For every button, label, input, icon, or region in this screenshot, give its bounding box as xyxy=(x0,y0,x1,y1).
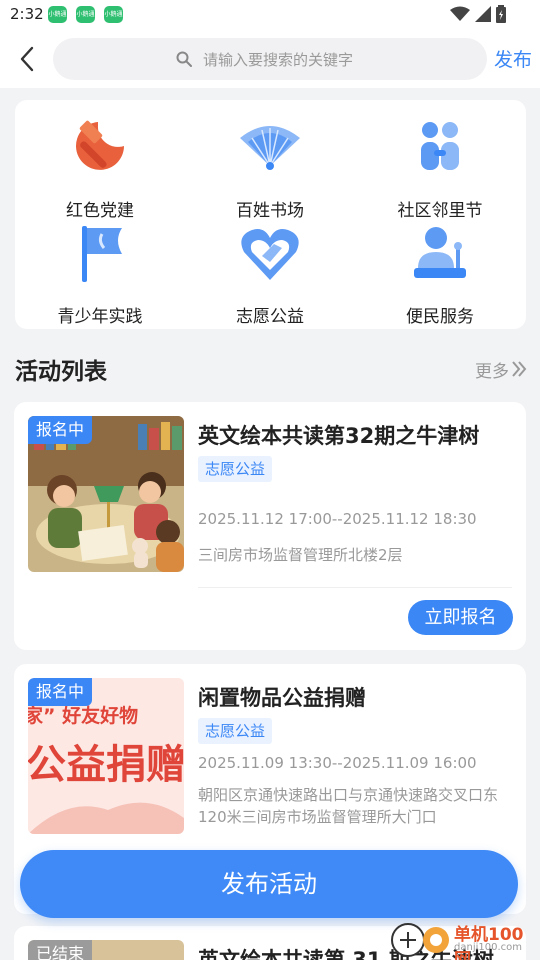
battery-icon xyxy=(496,5,506,23)
activity-category-tag: 志愿公益 xyxy=(198,718,273,744)
category-label: 志愿公益 xyxy=(236,307,304,327)
more-link[interactable]: 更多 xyxy=(475,357,509,382)
signal-icon xyxy=(475,6,491,22)
status-badge: 报名中 xyxy=(28,416,93,444)
app-notification-icon: 小鹅通 xyxy=(104,6,123,23)
status-badge: 已结束 xyxy=(28,940,93,960)
publish-activity-button[interactable]: 发布活动 xyxy=(20,850,518,918)
category-label: 红色党建 xyxy=(66,201,134,221)
poster-text-top: 家” 好友好物 xyxy=(28,704,138,727)
category-label: 社区邻里节 xyxy=(397,201,483,221)
publish-link[interactable]: 发布 xyxy=(494,45,532,72)
category-youth-practice[interactable]: 青少年实践 xyxy=(15,222,185,327)
category-label: 便民服务 xyxy=(406,307,474,327)
watermark-logo-icon xyxy=(391,923,449,957)
category-neighborhood[interactable]: 社区邻里节 xyxy=(355,116,525,221)
category-convenience-service[interactable]: 便民服务 xyxy=(355,222,525,327)
neighbors-icon xyxy=(421,122,459,170)
section-title: 活动列表 xyxy=(15,359,107,385)
flag-icon xyxy=(82,226,122,282)
watermark-text: 单机100网 xyxy=(454,925,524,960)
app-notification-icon: 小鹅通 xyxy=(48,6,67,23)
activity-title: 闲置物品公益捐赠 xyxy=(198,686,366,710)
status-badge: 报名中 xyxy=(28,678,93,706)
activity-thumbnail: 报名中 xyxy=(28,416,184,572)
activity-title: 英文绘本共读第32期之牛津树 xyxy=(198,424,480,448)
activity-time: 2025.11.09 13:30--2025.11.09 16:00 xyxy=(198,754,477,772)
activity-card[interactable]: 报名中 英文绘本共读第32期之牛津树 志愿公益 2025.11.12 17:00… xyxy=(14,402,526,650)
activity-thumbnail: 家” 好友好物 公益捐赠 报名中 xyxy=(28,678,184,834)
category-label: 百姓书场 xyxy=(236,201,304,221)
double-chevron-right-icon[interactable] xyxy=(511,360,527,378)
category-party-building[interactable]: 红色党建 xyxy=(15,116,185,221)
fan-icon xyxy=(240,126,300,170)
wifi-icon xyxy=(450,6,470,21)
poster-text-main: 公益捐赠 xyxy=(28,742,184,788)
app-notification-icon: 小鹅通 xyxy=(76,6,95,23)
divider xyxy=(198,587,512,588)
service-person-icon xyxy=(414,227,466,278)
watermark: 单机100网 danji100.com xyxy=(390,918,540,960)
category-grid: 红色党建 百姓书场 社区邻里节 青少年实践 志愿公益 便民服务 xyxy=(15,100,526,329)
activity-location: 朝阳区京通快速路出口与京通快速路交叉口东120米三间房市场监督管理所大门口 xyxy=(198,786,499,826)
activity-thumbnail: 已结束 xyxy=(28,940,184,960)
activity-time: 2025.11.12 17:00--2025.11.12 18:30 xyxy=(198,510,477,528)
heart-hand-icon xyxy=(241,229,299,280)
status-time: 2:32 xyxy=(10,5,44,23)
top-bar: 请输入要搜索的关键字 发布 xyxy=(0,30,540,88)
back-arrow-icon[interactable] xyxy=(14,44,42,74)
search-icon xyxy=(176,51,192,67)
hammer-sickle-icon xyxy=(76,120,124,170)
category-volunteer[interactable]: 志愿公益 xyxy=(185,222,355,327)
search-placeholder: 请输入要搜索的关键字 xyxy=(203,51,354,69)
category-label: 青少年实践 xyxy=(57,307,143,327)
activity-category-tag: 志愿公益 xyxy=(198,456,273,482)
watermark-subtext: danji100.com xyxy=(454,942,522,953)
activity-location: 三间房市场监督管理所北楼2层 xyxy=(198,546,403,564)
category-storytelling[interactable]: 百姓书场 xyxy=(185,116,355,221)
search-input[interactable]: 请输入要搜索的关键字 xyxy=(53,38,487,80)
signup-button[interactable]: 立即报名 xyxy=(408,600,513,635)
status-bar: 2:32 小鹅通 小鹅通 小鹅通 xyxy=(0,0,540,30)
